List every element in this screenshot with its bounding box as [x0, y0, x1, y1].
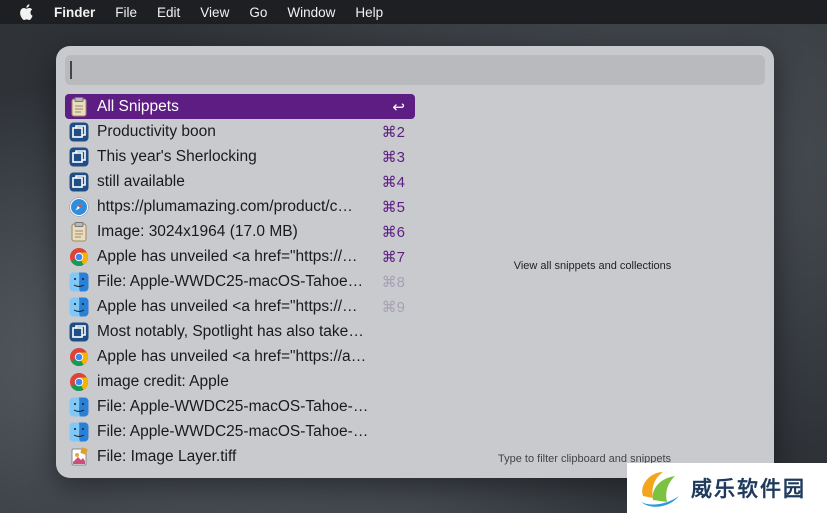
snippet-label: File: Apple-WWDC25-macOS-Tahoe-26…: [97, 422, 371, 440]
snippet-label: File: Apple-WWDC25-macOS-Tahoe-26…: [97, 397, 371, 415]
snippet-row[interactable]: All Snippets ↩: [65, 94, 415, 119]
snippet-label: Apple has unveiled <a href="https://appl…: [97, 347, 371, 365]
shortcut-label: ↩: [392, 98, 405, 116]
snippet-label: Image: 3024x1964 (17.0 MB): [97, 222, 298, 240]
safari-icon: [69, 196, 89, 217]
text-caret: [70, 61, 72, 79]
snippet-app-icon: [69, 322, 89, 342]
snippet-label: Apple has unveiled <a href="https://…: [97, 297, 358, 315]
shortcut-label: ⌘2: [381, 123, 405, 141]
menu-bar: Finder File Edit View Go Window Help: [0, 0, 827, 24]
snippet-app-icon: [69, 147, 89, 167]
finder-icon: [69, 297, 89, 317]
chrome-icon: [69, 372, 89, 392]
shortcut-label: ⌘5: [381, 198, 405, 216]
apple-menu-icon[interactable]: [8, 4, 44, 20]
menu-window[interactable]: Window: [277, 5, 345, 20]
snippet-row[interactable]: Apple has unveiled <a href="https://… ⌘9: [65, 294, 415, 319]
snippet-label: Most notably, Spotlight has also taken o…: [97, 322, 371, 340]
snippet-row[interactable]: Apple has unveiled <a href="https://appl…: [65, 344, 415, 369]
clipboard-icon: [69, 221, 89, 242]
snippet-app-icon: [69, 172, 89, 192]
snippet-row[interactable]: Apple has unveiled <a href="https://… ⌘7: [65, 244, 415, 269]
detail-description: View all snippets and collections: [513, 260, 672, 272]
watermark-text: 威乐软件园: [691, 477, 806, 501]
snippet-label: File: Apple-WWDC25-macOS-Tahoe…: [97, 272, 364, 290]
preview-icon: [69, 446, 89, 467]
clipboard-panel: All Snippets ↩ Productivity boon ⌘2 This yea…: [56, 46, 774, 478]
snippet-row[interactable]: Most notably, Spotlight has also taken o…: [65, 319, 415, 344]
menu-file[interactable]: File: [105, 5, 147, 20]
snippet-label: still available: [97, 172, 185, 190]
snippet-label: All Snippets: [97, 97, 179, 115]
snippet-label: This year's Sherlocking: [97, 147, 257, 165]
watermark: 威乐软件园: [627, 463, 827, 513]
chrome-icon: [69, 347, 89, 367]
snippet-row[interactable]: Productivity boon ⌘2: [65, 119, 415, 144]
snippet-row[interactable]: File: Apple-WWDC25-macOS-Tahoe-26…: [65, 394, 415, 419]
chrome-icon: [69, 247, 89, 267]
shortcut-label: ⌘7: [381, 248, 405, 266]
shortcut-label: ⌘3: [381, 148, 405, 166]
finder-icon: [69, 397, 89, 417]
clipboard-icon: [69, 96, 89, 117]
menu-finder[interactable]: Finder: [44, 5, 105, 20]
snippet-row[interactable]: This year's Sherlocking ⌘3: [65, 144, 415, 169]
finder-icon: [69, 272, 89, 292]
shortcut-label: ⌘8: [381, 273, 405, 291]
snippet-app-icon: [69, 122, 89, 142]
snippet-list: All Snippets ↩ Productivity boon ⌘2 This yea…: [65, 94, 415, 469]
menu-go[interactable]: Go: [239, 5, 277, 20]
snippet-label: Productivity boon: [97, 122, 216, 140]
snippet-row[interactable]: File: Apple-WWDC25-macOS-Tahoe-26…: [65, 419, 415, 444]
shortcut-label: ⌘6: [381, 223, 405, 241]
menu-view[interactable]: View: [190, 5, 239, 20]
snippet-label: https://plumamazing.com/product/c…: [97, 197, 353, 215]
snippet-row[interactable]: Image: 3024x1964 (17.0 MB) ⌘6: [65, 219, 415, 244]
snippet-label: image credit: Apple: [97, 372, 229, 390]
shortcut-label: ⌘9: [381, 298, 405, 316]
watermark-logo-icon: [641, 472, 679, 507]
snippet-row[interactable]: File: Apple-WWDC25-macOS-Tahoe… ⌘8: [65, 269, 415, 294]
snippet-row[interactable]: https://plumamazing.com/product/c… ⌘5: [65, 194, 415, 219]
snippet-row[interactable]: image credit: Apple: [65, 369, 415, 394]
menu-edit[interactable]: Edit: [147, 5, 190, 20]
snippet-row[interactable]: still available ⌘4: [65, 169, 415, 194]
finder-icon: [69, 422, 89, 442]
snippet-label: File: Image Layer.tiff: [97, 447, 237, 465]
snippet-label: Apple has unveiled <a href="https://…: [97, 247, 358, 265]
menu-help[interactable]: Help: [345, 5, 393, 20]
search-input[interactable]: [65, 55, 765, 85]
shortcut-label: ⌘4: [381, 173, 405, 191]
snippet-row[interactable]: File: Image Layer.tiff: [65, 444, 415, 469]
